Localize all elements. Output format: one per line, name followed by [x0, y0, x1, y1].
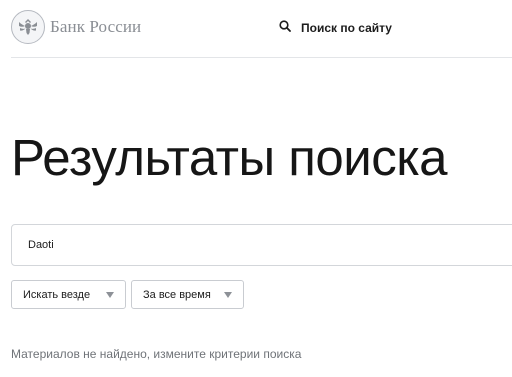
search-icon — [279, 19, 291, 37]
page-title: Результаты поиска — [11, 129, 448, 186]
no-results-message: Материалов не найдено, измените критерии… — [11, 347, 302, 361]
caret-down-icon — [224, 292, 232, 298]
search-scope-label: Искать везде — [23, 288, 91, 301]
search-box — [11, 224, 512, 266]
bank-of-russia-emblem-icon — [11, 10, 45, 44]
site-header: Банк России Поиск по сайту — [0, 0, 512, 57]
site-search-link[interactable]: Поиск по сайту — [279, 19, 392, 37]
site-search-label: Поиск по сайту — [301, 21, 392, 35]
logo-text: Банк России — [50, 17, 142, 36]
search-scope-select[interactable]: Искать везде — [11, 280, 126, 309]
search-period-label: За все время — [143, 288, 211, 301]
search-input[interactable] — [28, 225, 488, 265]
caret-down-icon — [106, 292, 114, 298]
search-period-select[interactable]: За все время — [131, 280, 244, 309]
bank-logo[interactable]: Банк России — [11, 10, 141, 44]
header-divider — [11, 57, 512, 58]
